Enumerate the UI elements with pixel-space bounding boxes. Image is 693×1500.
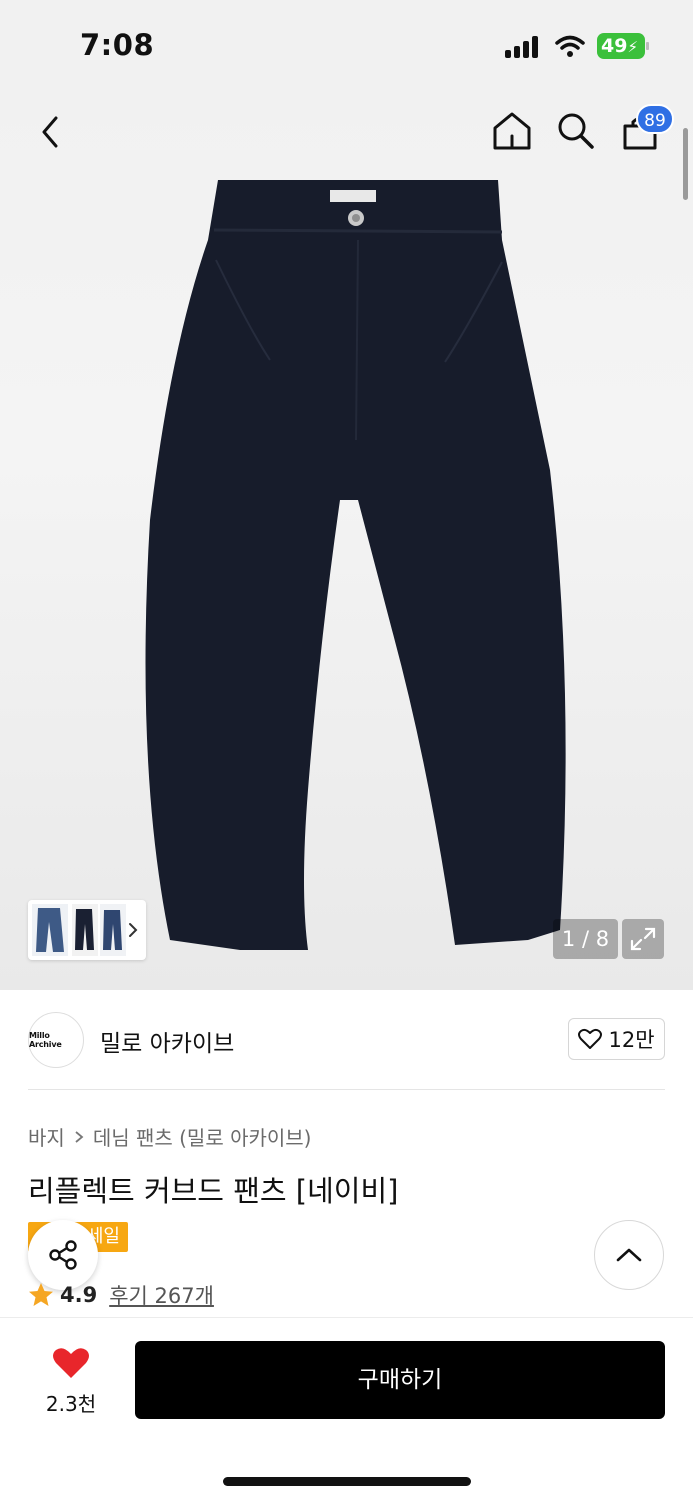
buy-button[interactable]: 구매하기 [135, 1341, 665, 1419]
search-icon[interactable] [555, 110, 597, 152]
heart-filled-icon [53, 1348, 89, 1378]
breadcrumb: 바지 데님 팬츠 (밀로 아카이브) [28, 1122, 312, 1151]
expand-icon [630, 927, 656, 951]
home-icon[interactable] [490, 110, 534, 152]
product-image [145, 180, 566, 950]
brand-logo[interactable]: Millo Archive [28, 1012, 84, 1068]
battery-level: 49 [601, 35, 628, 57]
battery-indicator: 49⚡ [597, 33, 649, 59]
breadcrumb-subcategory[interactable]: 데님 팬츠 (밀로 아카이브) [93, 1122, 312, 1151]
wishlist-button[interactable]: 2.3천 [40, 1346, 102, 1417]
wifi-icon [555, 35, 585, 57]
status-time: 7:08 [80, 28, 155, 62]
thumbnail-strip[interactable] [28, 900, 146, 960]
brand-name[interactable]: 밀로 아카이브 [100, 1024, 234, 1058]
product-gallery[interactable]: 89 1 / 8 [0, 90, 693, 990]
divider [28, 1089, 665, 1090]
chevron-right-icon [75, 1130, 84, 1143]
expand-button[interactable] [622, 919, 664, 959]
signal-icon [505, 36, 543, 58]
thumbnail-images [32, 904, 138, 956]
image-counter: 1 / 8 [553, 919, 618, 959]
brand-row[interactable]: Millo Archive 밀로 아카이브 12만 [28, 1010, 665, 1070]
heart-outline-icon [578, 1028, 603, 1049]
review-link[interactable]: 후기 267개 [109, 1280, 214, 1310]
breadcrumb-category[interactable]: 바지 [28, 1122, 65, 1151]
scroll-top-button[interactable] [594, 1220, 664, 1290]
share-icon [49, 1240, 77, 1270]
scroll-indicator [683, 128, 688, 200]
rating-value: 4.9 [60, 1283, 98, 1307]
status-bar: 7:08 49⚡ [0, 0, 693, 90]
chevron-up-icon [616, 1248, 642, 1262]
star-icon [29, 1283, 53, 1306]
back-icon[interactable] [34, 112, 68, 152]
cart-count-badge: 89 [636, 104, 674, 134]
rating-row: 4.9 후기 267개 [28, 1280, 214, 1310]
bottom-action-bar: 2.3천 구매하기 [0, 1317, 693, 1500]
home-indicator [223, 1477, 471, 1486]
brand-like-count: 12만 [608, 1028, 655, 1052]
product-title: 리플렉트 커브드 팬츠 [네이비] [28, 1174, 399, 1208]
wishlist-count: 2.3천 [45, 1392, 97, 1416]
brand-like-button[interactable]: 12만 [568, 1018, 665, 1060]
